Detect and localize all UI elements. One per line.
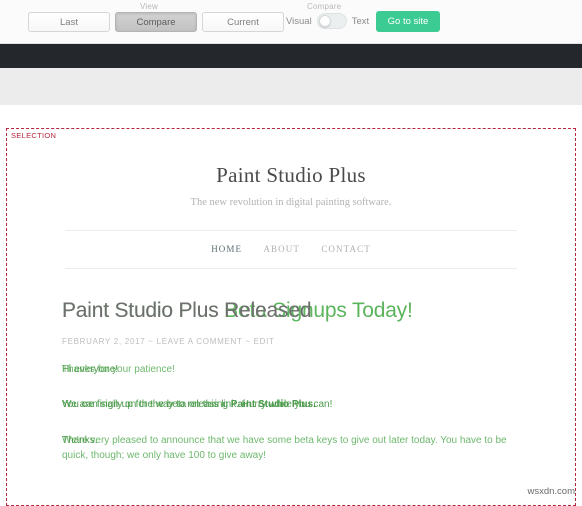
site-tagline: The new revolution in digital painting s… — [190, 197, 392, 208]
post-headline-diff: Paint Studio Plus Beta Signups Today! Pa… — [62, 299, 533, 331]
page-gutter — [0, 68, 582, 105]
selection-label: SELECTION — [11, 131, 57, 140]
site-title: Paint Studio Plus — [216, 163, 366, 187]
watermark: wsxdn.com — [527, 486, 575, 497]
nav-divider-top — [65, 230, 517, 231]
compare-group-label: Compare — [307, 2, 342, 11]
toggle-label-text: Text — [351, 15, 370, 27]
view-button-last[interactable]: Last — [28, 12, 110, 32]
compare-mode-toggle-group: Visual Text — [286, 13, 369, 29]
go-to-site-button[interactable]: Go to site — [376, 11, 440, 32]
view-group-label: View — [140, 2, 158, 11]
post-headline-old: Paint Studio Plus Released — [62, 299, 312, 322]
post-paragraph-1-new: Thanks for your patience! — [62, 364, 175, 375]
toggle-label-visual: Visual — [286, 15, 312, 27]
post-paragraph-3-diff: We're very pleased to announce that we h… — [62, 433, 533, 463]
post-meta: FEBRUARY 2, 2017 ~ LEAVE A COMMENT ~ EDI… — [62, 337, 275, 346]
post-paragraph-2-old: You can sign up for the beta on this lin… — [62, 399, 333, 410]
view-button-compare[interactable]: Compare — [115, 12, 197, 32]
post-paragraph-3-old: Thanks. — [62, 435, 98, 446]
site-navigation: HOME ABOUT CONTACT — [7, 244, 575, 254]
browser-dark-bar — [0, 44, 582, 68]
diff-toolbar: View Compare Last Compare Current Visual… — [0, 0, 582, 44]
post-article: Paint Studio Plus Beta Signups Today! Pa… — [62, 299, 533, 463]
nav-item-contact[interactable]: CONTACT — [321, 244, 370, 254]
post-paragraph-1-diff: Thanks for your patience! Hi everyone! — [62, 362, 533, 377]
post-paragraph-1-old: Hi everyone! — [62, 364, 119, 375]
post-paragraph-2-diff: We are finally on the way to releasing P… — [62, 397, 533, 413]
selection-region[interactable]: SELECTION Paint Studio Plus The new revo… — [6, 128, 576, 506]
nav-divider-bottom — [65, 268, 517, 269]
view-button-current[interactable]: Current — [202, 12, 284, 32]
site-preview: Paint Studio Plus The new revolution in … — [7, 147, 575, 505]
nav-item-home[interactable]: HOME — [211, 244, 242, 254]
toggle-knob — [318, 15, 331, 27]
nav-item-about[interactable]: ABOUT — [263, 244, 300, 254]
post-paragraph-3-new: We're very pleased to announce that we h… — [62, 435, 507, 461]
visual-text-toggle[interactable] — [316, 13, 347, 29]
view-mode-segmented-control: Last Compare Current — [28, 12, 289, 32]
